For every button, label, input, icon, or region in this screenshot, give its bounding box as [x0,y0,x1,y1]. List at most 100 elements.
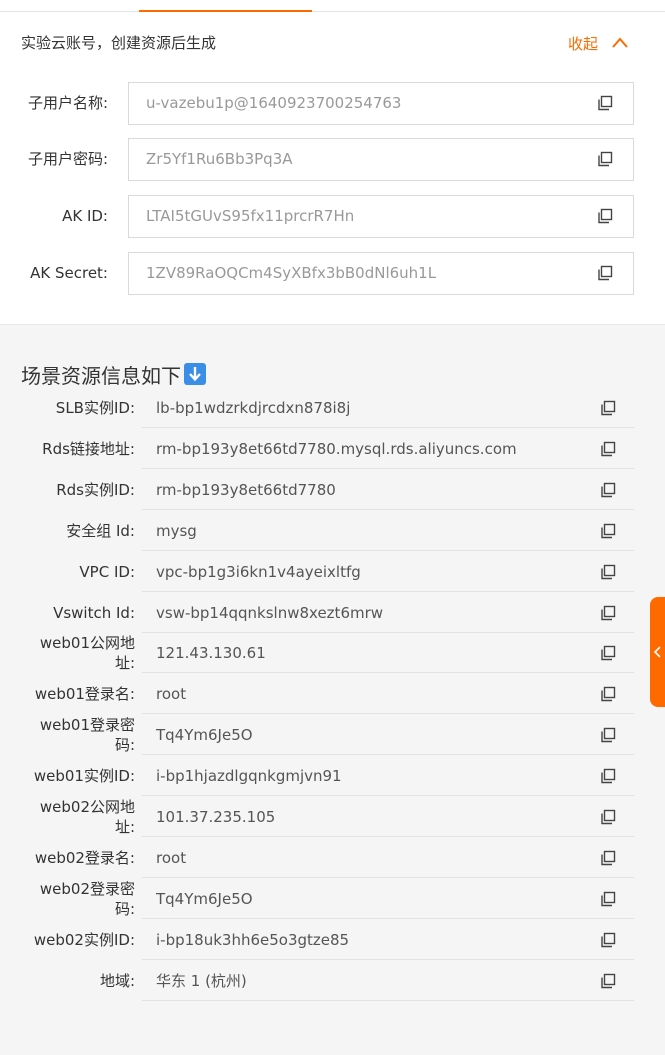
resource-value: mysg [156,521,197,540]
resource-value: rm-bp193y8et66td7780.mysql.rds.aliyuncs.… [156,439,517,458]
resource-label-text: web01登录名: [34,685,135,704]
resource-value: Tq4Ym6Je5O [156,889,253,908]
copy-icon[interactable] [600,605,616,621]
copy-icon[interactable] [600,932,616,948]
resource-label-text: SLB实例ID: [55,399,135,417]
resource-label: Rds链接地址: [5,429,135,469]
copy-icon[interactable] [600,564,616,580]
resource-row: Vswitch Id: vsw-bp14qqnkslnw8xezt6mrw [0,593,665,634]
resource-label-line1: web01公网地 [39,634,135,653]
copy-icon[interactable] [600,768,616,784]
resource-label-line2: 址: [114,818,135,836]
field-label: AK ID: [62,207,108,225]
copy-icon[interactable] [600,482,616,498]
resource-label-text: 地域: [99,971,135,990]
collapse-label: 收起 [568,34,599,53]
copy-icon[interactable] [600,686,616,702]
resource-label-text: web02实例ID: [33,930,135,949]
resource-row: web02公网地址: 101.37.235.105 [0,797,665,838]
copy-icon[interactable] [600,973,616,989]
copy-icon[interactable] [597,95,613,111]
resource-label-line1: web01登录密 [39,716,135,735]
side-panel-handle[interactable] [650,597,665,707]
resource-label: web01公网地 址: [5,633,135,673]
chevron-left-icon [653,646,661,658]
resource-label: web02公网地址: [5,797,135,837]
copy-icon[interactable] [600,441,616,457]
resource-value: root [156,685,187,704]
resource-value-field: Tq4Ym6Je5O [142,879,634,919]
resource-label: web02登录名: [5,838,135,878]
resource-value: vpc-bp1g3i6kn1v4ayeixltfg [156,562,361,581]
resource-value: 101.37.235.105 [156,808,276,826]
copy-icon[interactable] [600,891,616,907]
copy-icon[interactable] [600,400,616,416]
copy-icon[interactable] [597,208,613,224]
field-value: 1ZV89RaOQCm4SyXBfx3bB0dNl6uh1L [146,264,437,282]
field-label: AK Secret: [30,264,108,282]
resource-value-field: 121.43.130.61 [142,633,634,674]
resource-value: lb-bp1wdzrkdjrcdxn878i8j [156,399,351,417]
resource-label-text: VPC ID: [79,562,135,581]
tab-divider [0,11,665,12]
resource-value-field: rm-bp193y8et66td7780 [142,470,634,510]
collapse-button[interactable]: 收起 [568,32,630,54]
resource-row: SLB实例ID: lb-bp1wdzrkdjrcdxn878i8j [0,388,665,429]
resource-value-field: 101.37.235.105 [142,797,634,837]
ak-secret-field[interactable]: 1ZV89RaOQCm4SyXBfx3bB0dNl6uh1L [128,252,634,295]
resource-value: i-bp1hjazdlgqnkgmjvn91 [156,767,342,786]
scene-title-text: 场景资源信息如下 [21,363,181,388]
resource-value: vsw-bp14qqnkslnw8xezt6mrw [156,603,384,622]
field-row-ak-id: AK ID: LTAI5tGUvS95fx11prcrR7Hn [0,195,665,238]
resource-label: web02实例ID: [5,920,135,960]
resource-value-field: i-bp1hjazdlgqnkgmjvn91 [142,756,634,797]
copy-icon[interactable] [597,151,613,167]
resource-label: 地域: [5,961,135,1001]
resource-label-line1: web02登录密 [39,879,135,898]
ak-id-field[interactable]: LTAI5tGUvS95fx11prcrR7Hn [128,195,634,238]
copy-icon[interactable] [600,850,616,866]
resource-row: 安全组 Id: mysg [0,511,665,552]
resource-label-line1: web02公网地 [39,798,135,816]
resource-label: web01登录名: [5,674,135,714]
resource-label: Vswitch Id: [5,593,135,633]
down-arrow-emoji-icon [184,363,206,385]
resource-value-field: vpc-bp1g3i6kn1v4ayeixltfg [142,552,634,592]
resource-label-text: Rds实例ID: [56,480,135,499]
account-title: 实验云账号，创建资源后生成 [21,34,217,52]
field-value: LTAI5tGUvS95fx11prcrR7Hn [146,207,355,225]
resource-label: web01实例ID: [5,756,135,796]
copy-icon[interactable] [600,645,616,661]
resource-label-text: 安全组 Id: [66,521,135,540]
resource-row: VPC ID: vpc-bp1g3i6kn1v4ayeixltfg [0,552,665,593]
copy-icon[interactable] [600,809,616,825]
resource-value: Tq4Ym6Je5O [156,726,253,745]
scene-title: 场景资源信息如下 [21,360,206,388]
resource-value-field: 华东 1 (杭州) [142,961,634,1001]
resource-row: web02登录名: root [0,838,665,879]
field-label: 子用户密码: [27,150,108,168]
resource-value-field: i-bp18uk3hh6e5o3gtze85 [142,920,634,960]
subuser-password-field[interactable]: Zr5Yf1Ru6Bb3Pq3A [128,138,634,181]
resource-value-field: vsw-bp14qqnkslnw8xezt6mrw [142,593,634,633]
resource-row: Rds链接地址: rm-bp193y8et66td7780.mysql.rds.a… [0,429,665,470]
field-label: 子用户名称: [27,94,108,112]
resource-label-text: web02登录名: [34,848,135,867]
resource-value: 华东 1 (杭州) [156,971,247,990]
resource-row: 地域: 华东 1 (杭州) [0,961,665,1002]
resource-row: web02实例ID: i-bp18uk3hh6e5o3gtze85 [0,920,665,961]
resource-label: SLB实例ID: [5,388,135,428]
resource-row: web01实例ID: i-bp1hjazdlgqnkgmjvn91 [0,756,665,797]
resource-value: 121.43.130.61 [156,644,266,663]
resource-value: i-bp18uk3hh6e5o3gtze85 [156,930,350,949]
subuser-name-field[interactable]: u-vazebu1p@1640923700254763 [128,82,634,125]
copy-icon[interactable] [597,265,613,281]
copy-icon[interactable] [600,727,616,743]
field-row-ak-secret: AK Secret: 1ZV89RaOQCm4SyXBfx3bB0dNl6uh1… [0,252,665,295]
resource-label: VPC ID: [5,552,135,592]
copy-icon[interactable] [600,523,616,539]
resource-value-field: mysg [142,511,634,551]
resource-label: 安全组 Id: [5,511,135,551]
field-value: Zr5Yf1Ru6Bb3Pq3A [146,150,293,168]
active-tab-indicator [139,10,312,12]
